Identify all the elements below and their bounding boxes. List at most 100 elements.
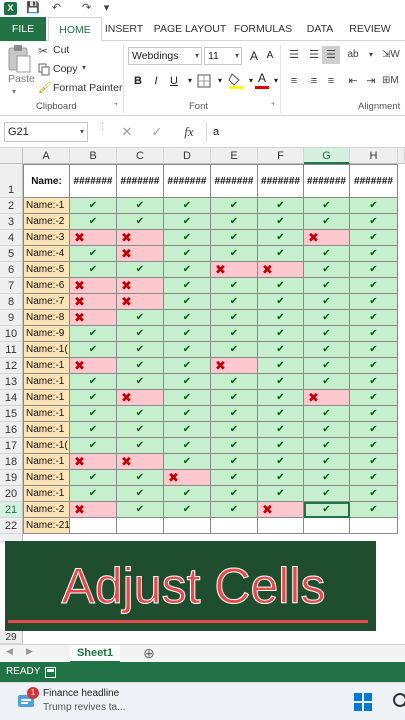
underline-button[interactable]: U [166, 73, 182, 89]
check-cell[interactable]: ✔ [70, 374, 117, 390]
check-cell[interactable]: ✔ [164, 406, 211, 422]
check-cell[interactable]: ✔ [117, 310, 164, 326]
check-cell[interactable]: ✔ [304, 470, 350, 486]
check-cell[interactable]: ✔ [258, 406, 304, 422]
row-header[interactable]: 7 [0, 278, 23, 294]
check-cell[interactable]: ✔ [258, 310, 304, 326]
increase-indent-icon[interactable]: ⇥ [362, 72, 380, 90]
check-cell[interactable]: ✔ [164, 454, 211, 470]
tab-formulas[interactable]: FORMULAS [232, 17, 294, 41]
column-header[interactable]: G [304, 148, 350, 164]
check-cell[interactable]: ✔ [350, 470, 398, 486]
cut-button[interactable]: Cut [53, 44, 69, 56]
row-header[interactable]: 18 [0, 454, 23, 470]
check-cell[interactable]: ✔ [117, 422, 164, 438]
cross-cell[interactable]: ✖ [164, 470, 211, 486]
save-icon[interactable]: 💾 [26, 2, 40, 15]
cross-cell[interactable]: ✖ [117, 454, 164, 470]
cross-cell[interactable]: ✖ [70, 294, 117, 310]
check-cell[interactable]: ✔ [211, 230, 258, 246]
header-hash-cell[interactable]: ####### [211, 164, 258, 198]
column-header[interactable]: A [23, 148, 70, 164]
underline-dropdown-icon[interactable]: ▾ [182, 73, 198, 89]
check-cell[interactable]: ✔ [211, 470, 258, 486]
check-cell[interactable]: ✔ [304, 294, 350, 310]
check-cell[interactable]: ✔ [258, 422, 304, 438]
cross-cell[interactable]: ✖ [70, 502, 117, 518]
check-cell[interactable]: ✔ [258, 230, 304, 246]
check-cell[interactable]: ✔ [70, 422, 117, 438]
tab-data[interactable]: DATA [302, 17, 338, 41]
check-cell[interactable]: ✔ [211, 502, 258, 518]
check-cell[interactable]: ✔ [211, 214, 258, 230]
font-color-dropdown-icon[interactable]: ▾ [268, 73, 284, 89]
name-cell[interactable]: Name:-4 [23, 246, 70, 262]
insert-function-icon[interactable]: fx [178, 122, 200, 142]
check-cell[interactable]: ✔ [350, 278, 398, 294]
cross-cell[interactable]: ✖ [70, 230, 117, 246]
scroll-right-icon[interactable]: ▶ [26, 646, 33, 657]
cross-cell[interactable]: ✖ [70, 454, 117, 470]
news-subtitle[interactable]: Trump revives ta... [43, 702, 125, 713]
check-cell[interactable]: ✔ [350, 454, 398, 470]
row-header[interactable]: 11 [0, 342, 23, 358]
check-cell[interactable]: ✔ [164, 390, 211, 406]
check-cell[interactable]: ✔ [304, 198, 350, 214]
check-cell[interactable]: ✔ [304, 486, 350, 502]
tab-home[interactable]: HOME [48, 17, 102, 42]
cross-cell[interactable]: ✖ [117, 390, 164, 406]
cross-cell[interactable]: ✖ [70, 310, 117, 326]
align-bottom-icon[interactable]: ☰ [322, 46, 340, 64]
news-headline[interactable]: Finance headline [43, 688, 119, 699]
paste-button[interactable]: Paste [8, 73, 35, 85]
name-cell[interactable]: Name:-1( [23, 438, 70, 454]
name-cell[interactable]: Name:-1 [23, 390, 70, 406]
bold-button[interactable]: B [130, 73, 146, 89]
name-cell[interactable]: Name:-21 [23, 518, 70, 534]
check-cell[interactable]: ✔ [350, 422, 398, 438]
name-cell[interactable]: Name:-2 [23, 502, 70, 518]
check-cell[interactable]: ✔ [164, 310, 211, 326]
check-cell[interactable]: ✔ [350, 262, 398, 278]
check-cell[interactable]: ✔ [258, 486, 304, 502]
row-header[interactable]: 6 [0, 262, 23, 278]
font-launcher-icon[interactable]: ⌝ [271, 102, 275, 111]
check-cell[interactable]: ✔ [258, 438, 304, 454]
check-cell[interactable]: ✔ [350, 406, 398, 422]
enter-entry-icon[interactable]: ✓ [148, 122, 166, 142]
header-hash-cell[interactable]: ####### [350, 164, 398, 198]
cross-cell[interactable]: ✖ [211, 262, 258, 278]
cross-cell[interactable]: ✖ [304, 390, 350, 406]
check-cell[interactable]: ✔ [258, 246, 304, 262]
header-hash-cell[interactable]: ####### [164, 164, 211, 198]
check-cell[interactable]: ✔ [258, 470, 304, 486]
check-cell[interactable]: ✔ [164, 438, 211, 454]
name-cell[interactable]: Name:-1 [23, 470, 70, 486]
check-cell[interactable]: ✔ [258, 294, 304, 310]
check-cell[interactable]: ✔ [211, 198, 258, 214]
check-cell[interactable]: ✔ [70, 326, 117, 342]
check-cell[interactable]: ✔ [164, 246, 211, 262]
name-cell[interactable]: Name:-1 [23, 358, 70, 374]
check-cell[interactable]: ✔ [350, 310, 398, 326]
orientation-dropdown-icon[interactable]: ▾ [362, 46, 380, 64]
header-hash-cell[interactable]: ####### [304, 164, 350, 198]
check-cell[interactable]: ✔ [211, 278, 258, 294]
check-cell[interactable]: ✔ [258, 374, 304, 390]
column-header-partial[interactable] [398, 148, 405, 164]
check-cell[interactable]: ✔ [350, 198, 398, 214]
row-header[interactable]: 12 [0, 358, 23, 374]
check-cell[interactable]: ✔ [117, 262, 164, 278]
check-cell[interactable]: ✔ [211, 390, 258, 406]
check-cell[interactable]: ✔ [70, 406, 117, 422]
header-hash-cell[interactable]: ####### [70, 164, 117, 198]
font-name-select[interactable]: Webdings ▾ [128, 47, 202, 65]
check-cell[interactable]: ✔ [211, 486, 258, 502]
check-cell[interactable]: ✔ [117, 502, 164, 518]
check-cell[interactable]: ✔ [117, 438, 164, 454]
check-cell[interactable]: ✔ [258, 454, 304, 470]
check-cell[interactable]: ✔ [211, 454, 258, 470]
row-header[interactable]: 4 [0, 230, 23, 246]
paste-icon[interactable] [6, 44, 32, 74]
merge-center-button[interactable]: ⊞M [382, 72, 405, 90]
